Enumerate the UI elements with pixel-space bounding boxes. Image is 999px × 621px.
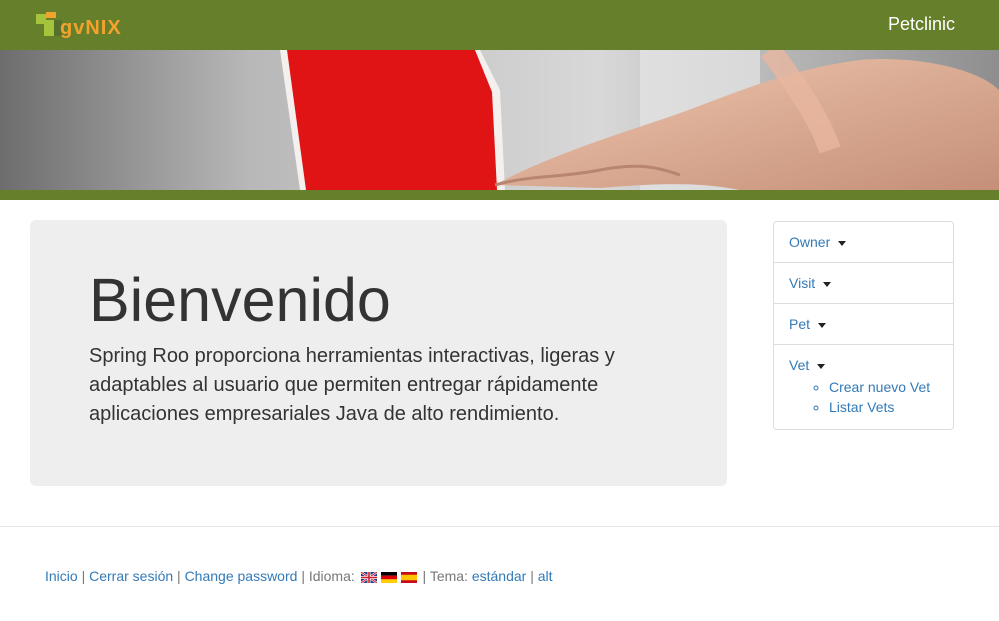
home-link[interactable]: Inicio [45, 568, 78, 584]
caret-down-icon [817, 363, 826, 369]
menu-item-vet: Vet Crear nuevo Vet Listar Vets [774, 345, 953, 429]
menu-link-pet[interactable]: Pet [789, 316, 827, 332]
menu-item-pet: Pet [774, 304, 953, 345]
app-title[interactable]: Petclinic [888, 14, 955, 35]
footer: Inicio | Cerrar sesión | Change password… [45, 568, 553, 584]
theme-label: Tema: [429, 568, 468, 584]
submenu-item: Listar Vets [829, 397, 938, 417]
footer-divider [0, 526, 999, 527]
change-password-link[interactable]: Change password [185, 568, 298, 584]
theme-alt-link[interactable]: alt [538, 568, 553, 584]
separator: | [301, 568, 305, 584]
menu-link-visit[interactable]: Visit [789, 275, 832, 291]
language-label: Idioma: [308, 568, 355, 584]
create-vet-link[interactable]: Crear nuevo Vet [829, 379, 930, 395]
submenu-item: Crear nuevo Vet [829, 377, 938, 397]
theme-standard-link[interactable]: estándar [472, 568, 526, 584]
menu-link-owner[interactable]: Owner [789, 234, 847, 250]
separator: | [422, 568, 427, 584]
caret-down-icon [818, 322, 827, 328]
separator: | [81, 568, 86, 584]
germany-flag-icon[interactable] [380, 571, 397, 583]
menu-item-visit: Visit [774, 263, 953, 304]
vet-submenu: Crear nuevo Vet Listar Vets [789, 377, 938, 417]
top-navbar: gvNIX Petclinic [0, 0, 999, 50]
welcome-panel: Bienvenido Spring Roo proporciona herram… [30, 220, 727, 486]
menu-item-owner: Owner [774, 222, 953, 263]
uk-flag-icon[interactable] [360, 571, 377, 583]
caret-down-icon [838, 240, 847, 246]
menu-link-vet[interactable]: Vet [789, 357, 826, 373]
spain-flag-icon[interactable] [400, 571, 417, 583]
welcome-description: Spring Roo proporciona herramientas inte… [89, 345, 615, 425]
separator: | [530, 568, 534, 584]
hero-banner [0, 50, 999, 190]
banner-image [0, 50, 999, 190]
side-menu: Owner Visit Pet Vet Crear nuevo Vet List… [773, 221, 954, 430]
caret-down-icon [823, 281, 832, 287]
list-vets-link[interactable]: Listar Vets [829, 399, 894, 415]
logo-text: gvNIX [60, 17, 122, 39]
separator: | [177, 568, 181, 584]
logout-link[interactable]: Cerrar sesión [89, 568, 173, 584]
gvnix-logo[interactable]: gvNIX [34, 8, 134, 42]
welcome-heading: Bienvenido [89, 266, 391, 334]
banner-strip [0, 190, 999, 200]
